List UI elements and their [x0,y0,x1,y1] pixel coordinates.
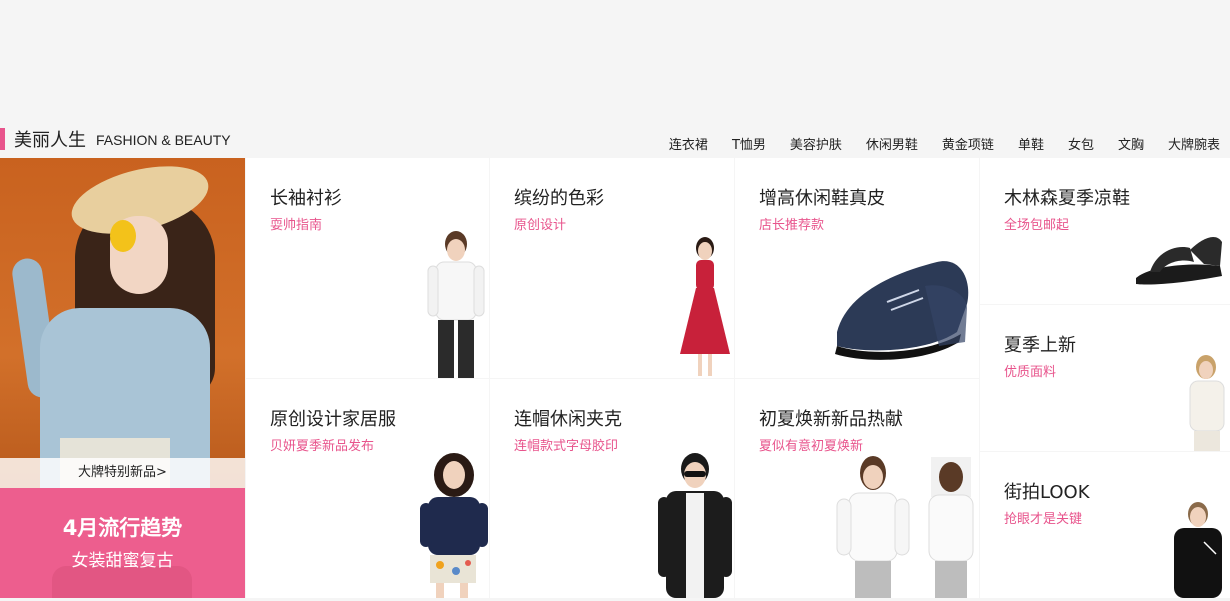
tile-subtitle: 耍帅指南 [270,218,323,233]
white-blouse-models-image [836,456,974,598]
hero-model-image [0,158,245,488]
tile-height-shoes[interactable]: 增高休闲鞋真皮 店长推荐款 [735,158,979,378]
tile-title: 初夏焕新新品热献 [759,409,903,430]
lemon-prop [110,220,136,252]
banner-subtitle: 女装甜蜜复古 [71,551,174,571]
tile-subtitle: 店长推荐款 [759,218,825,233]
side-product-column: 木林森夏季凉鞋 全场包邮起 夏季上新 优质面料 街拍LOOK 抢眼才是关键 [980,158,1230,598]
leather-shoe-image [835,261,969,360]
tile-title: 长袖衬衫 [270,188,342,209]
homewear-model-image [420,453,488,598]
product-showcase: 大牌特别新品> 4月流行趋势 女装甜蜜复古 长袖衬衫 耍帅指南 缤纷的色彩 原创… [0,158,1230,601]
nav-link-single-shoes[interactable]: 单鞋 [1018,134,1044,153]
nav-link-skincare[interactable]: 美容护肤 [790,134,842,153]
tile-subtitle: 抢眼才是关键 [1004,512,1083,527]
nav-link-mens-casual-shoes[interactable]: 休闲男鞋 [866,134,918,153]
hero-badge-link[interactable]: 大牌特别新品> [0,458,245,488]
tile-hooded-jacket[interactable]: 连帽休闲夹克 连帽款式字母胶印 [490,379,734,598]
tile-subtitle: 优质面料 [1004,365,1057,380]
nav-link-bra[interactable]: 文胸 [1118,134,1144,153]
nav-link-gold-necklace[interactable]: 黄金项链 [942,134,994,153]
section-header: 美丽人生 FASHION & BEAUTY 连衣裙 T恤男 美容护肤 休闲男鞋 … [0,124,1230,158]
tile-title: 连帽休闲夹克 [514,409,622,430]
tile-subtitle: 贝妍夏季新品发布 [270,439,375,454]
tile-homewear[interactable]: 原创设计家居服 贝妍夏季新品发布 [246,379,489,598]
hero-banner[interactable]: 4月流行趋势 女装甜蜜复古 [0,488,245,598]
product-grid: 长袖衬衫 耍帅指南 缤纷的色彩 原创设计 增高休闲鞋真皮 店长推荐款 原创设计家… [246,158,979,598]
tile-title: 缤纷的色彩 [514,188,604,209]
tile-title: 街拍LOOK [1004,482,1090,503]
tile-early-summer[interactable]: 初夏焕新新品热献 夏似有意初夏焕新 [735,379,979,598]
summer-top-model-image [1189,355,1225,451]
tile-street-look[interactable]: 街拍LOOK 抢眼才是关键 [980,452,1230,598]
tile-sandals[interactable]: 木林森夏季凉鞋 全场包邮起 [980,158,1230,304]
sandal-image [1136,236,1222,285]
category-nav: 连衣裙 T恤男 美容护肤 休闲男鞋 黄金项链 单鞋 女包 文胸 大牌腕表 [645,134,1220,153]
tile-summer-new[interactable]: 夏季上新 优质面料 [980,305,1230,451]
nav-link-mens-tshirt[interactable]: T恤男 [732,134,766,153]
tile-subtitle: 全场包邮起 [1004,218,1070,233]
shirt-model-image [427,231,485,378]
tile-colorful[interactable]: 缤纷的色彩 原创设计 [490,158,734,378]
tile-title: 木林森夏季凉鞋 [1004,188,1130,209]
jacket-model-image [658,453,732,598]
accent-bar [0,128,5,150]
hero-promo[interactable]: 大牌特别新品> 4月流行趋势 女装甜蜜复古 [0,158,245,598]
nav-link-brand-watch[interactable]: 大牌腕表 [1168,134,1220,153]
tile-subtitle: 原创设计 [514,218,567,233]
street-look-model-image [1174,502,1222,598]
nav-link-womens-bag[interactable]: 女包 [1068,134,1094,153]
tile-title: 原创设计家居服 [270,409,396,430]
tile-title: 增高休闲鞋真皮 [759,188,885,209]
tile-subtitle: 连帽款式字母胶印 [514,439,619,454]
tile-long-sleeve-shirt[interactable]: 长袖衬衫 耍帅指南 [246,158,489,378]
nav-link-dress[interactable]: 连衣裙 [669,134,708,153]
tile-subtitle: 夏似有意初夏焕新 [759,439,864,454]
red-dress-image [680,237,730,376]
banner-title: 4月流行趋势 [62,516,183,540]
tile-title: 夏季上新 [1004,335,1076,356]
section-title: 美丽人生 [14,130,86,151]
section-subtitle: FASHION & BEAUTY [96,132,231,148]
